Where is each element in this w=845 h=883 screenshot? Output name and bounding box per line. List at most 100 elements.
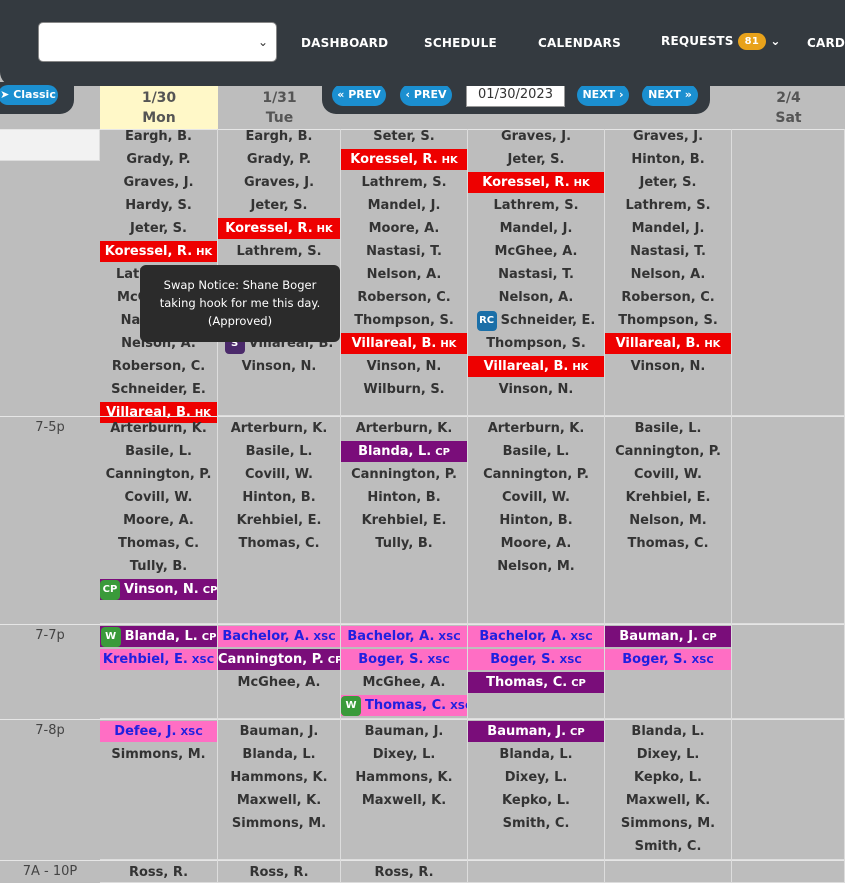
employee-entry[interactable]: Kepko, L. [605, 767, 731, 788]
employee-entry[interactable]: Villareal, B. HK [605, 333, 731, 354]
employee-entry[interactable]: W Thomas, C.XSC [341, 695, 467, 716]
employee-entry[interactable]: Dixey, L. [468, 767, 604, 788]
employee-entry[interactable]: Arterburn, K. [100, 418, 217, 439]
employee-entry[interactable]: Krehbiel, E. [218, 510, 340, 531]
employee-entry[interactable]: Vinson, N. [341, 356, 467, 377]
employee-entry[interactable]: Grady, P. [218, 149, 340, 170]
employee-entry[interactable]: Koressel, R. HK [218, 218, 340, 239]
employee-entry[interactable]: Moore, A. [468, 533, 604, 554]
employee-entry[interactable]: Koressel, R. HK [100, 241, 217, 262]
employee-entry[interactable]: Moore, A. [341, 218, 467, 239]
employee-entry[interactable]: Graves, J. [100, 172, 217, 193]
employee-entry[interactable]: Hammons, K. [341, 767, 467, 788]
employee-entry[interactable]: Nelson, A. [341, 264, 467, 285]
employee-entry[interactable]: Boger, S. XSC [605, 649, 731, 670]
employee-entry[interactable]: Lathrem, S. [218, 241, 340, 262]
employee-entry[interactable]: Covill, W. [218, 464, 340, 485]
employee-entry[interactable]: Grady, P. [100, 149, 217, 170]
employee-entry[interactable]: Lathrem, S. [468, 195, 604, 216]
employee-entry[interactable]: Krehbiel, E. XSC [100, 649, 217, 670]
employee-entry[interactable]: Bachelor, A. XSC [341, 626, 467, 647]
employee-entry[interactable]: Koressel, R. HK [468, 172, 604, 193]
prev-day-button[interactable]: ‹ PREV [400, 84, 452, 106]
employee-entry[interactable]: Defee, J. XSC [100, 721, 217, 742]
employee-entry[interactable]: Bauman, J. [218, 721, 340, 742]
employee-entry[interactable]: Basile, L. [468, 441, 604, 462]
employee-entry[interactable]: Hinton, B. [468, 510, 604, 531]
employee-entry[interactable]: Villareal, B. HK [341, 333, 467, 354]
employee-entry[interactable]: Bachelor, A. XSC [218, 626, 340, 647]
employee-entry[interactable]: Roberson, C. [605, 287, 731, 308]
employee-entry[interactable]: McGhee, A. [468, 241, 604, 262]
nav-calendars[interactable]: CALENDARS [538, 36, 621, 50]
employee-entry[interactable]: Jeter, S. [605, 172, 731, 193]
employee-entry[interactable]: Moore, A. [100, 510, 217, 531]
employee-entry[interactable]: Simmons, M. [218, 813, 340, 834]
employee-entry[interactable]: Krehbiel, E. [341, 510, 467, 531]
employee-entry[interactable]: Villareal, B. HK [468, 356, 604, 377]
employee-entry[interactable]: Hinton, B. [341, 487, 467, 508]
employee-entry[interactable]: Arterburn, K. [218, 418, 340, 439]
nav-dashboard[interactable]: DASHBOARD [301, 36, 388, 50]
employee-entry[interactable]: Vinson, N. [468, 379, 604, 400]
employee-entry[interactable]: Graves, J. [468, 126, 604, 147]
prev-week-button[interactable]: « PREV [332, 84, 386, 106]
employee-entry[interactable]: Vinson, N. [218, 356, 340, 377]
employee-entry[interactable]: Ross, R. [341, 862, 467, 883]
employee-entry[interactable]: Eargh, B. [100, 126, 217, 147]
employee-entry[interactable]: McGhee, A. [218, 672, 340, 693]
employee-entry[interactable]: Thomas, C. [218, 533, 340, 554]
employee-entry[interactable]: Nelson, M. [468, 556, 604, 577]
employee-entry[interactable]: Hinton, B. [605, 149, 731, 170]
employee-entry[interactable]: Dixey, L. [605, 744, 731, 765]
employee-entry[interactable]: Smith, C. [468, 813, 604, 834]
employee-entry[interactable]: Krehbiel, E. [605, 487, 731, 508]
employee-entry[interactable]: Boger, S. XSC [468, 649, 604, 670]
employee-entry[interactable]: Ross, R. [218, 862, 340, 883]
employee-entry[interactable]: Bauman, J. CP [468, 721, 604, 742]
employee-entry[interactable]: Schneider, E. [100, 379, 217, 400]
employee-entry[interactable]: Koressel, R. HK [341, 149, 467, 170]
employee-entry[interactable]: Basile, L. [218, 441, 340, 462]
employee-entry[interactable]: Roberson, C. [341, 287, 467, 308]
employee-entry[interactable]: Vinson, N. [605, 356, 731, 377]
employee-entry[interactable]: Hardy, S. [100, 195, 217, 216]
employee-entry[interactable]: Smith, C. [605, 836, 731, 857]
employee-entry[interactable]: Boger, S. XSC [341, 649, 467, 670]
employee-entry[interactable]: Nelson, M. [605, 510, 731, 531]
employee-entry[interactable]: Wilburn, S. [341, 379, 467, 400]
employee-entry[interactable]: Blanda, L. [605, 721, 731, 742]
employee-entry[interactable]: Mandel, J. [468, 218, 604, 239]
employee-entry[interactable]: Arterburn, K. [341, 418, 467, 439]
employee-entry[interactable]: Seter, S. [341, 126, 467, 147]
employee-entry[interactable]: Blanda, L. CP [341, 441, 467, 462]
employee-entry[interactable]: Maxwell, K. [605, 790, 731, 811]
employee-entry[interactable]: Graves, J. [218, 172, 340, 193]
employee-entry[interactable]: Maxwell, K. [218, 790, 340, 811]
employee-entry[interactable]: Covill, W. [468, 487, 604, 508]
employee-entry[interactable]: Basile, L. [605, 418, 731, 439]
employee-entry[interactable]: Simmons, M. [100, 744, 217, 765]
next-day-button[interactable]: NEXT › [577, 84, 629, 106]
employee-entry[interactable]: Hinton, B. [218, 487, 340, 508]
employee-entry[interactable]: Nastasi, T. [605, 241, 731, 262]
nav-requests[interactable]: REQUESTS 81 ⌄ [661, 33, 781, 50]
employee-entry[interactable]: Thomas, C. [605, 533, 731, 554]
employee-entry[interactable]: Blanda, L. [218, 744, 340, 765]
employee-entry[interactable]: Jeter, S. [218, 195, 340, 216]
employee-entry[interactable]: Tully, B. [341, 533, 467, 554]
employee-entry[interactable]: Nastasi, T. [468, 264, 604, 285]
employee-entry[interactable]: Cannington, P. [605, 441, 731, 462]
employee-entry[interactable]: Arterburn, K. [468, 418, 604, 439]
employee-entry[interactable]: Covill, W. [100, 487, 217, 508]
employee-entry[interactable]: Simmons, M. [605, 813, 731, 834]
employee-entry[interactable]: Dixey, L. [341, 744, 467, 765]
employee-entry[interactable]: Thompson, S. [605, 310, 731, 331]
employee-entry[interactable]: Cannington, P. [341, 464, 467, 485]
employee-entry[interactable]: Kepko, L. [468, 790, 604, 811]
employee-entry[interactable]: Nelson, A. [605, 264, 731, 285]
employee-entry[interactable]: Nastasi, T. [341, 241, 467, 262]
employee-entry[interactable]: Hammons, K. [218, 767, 340, 788]
employee-entry[interactable]: Cannington, P. [100, 464, 217, 485]
employee-entry[interactable]: W Blanda, L. CP [100, 626, 217, 647]
